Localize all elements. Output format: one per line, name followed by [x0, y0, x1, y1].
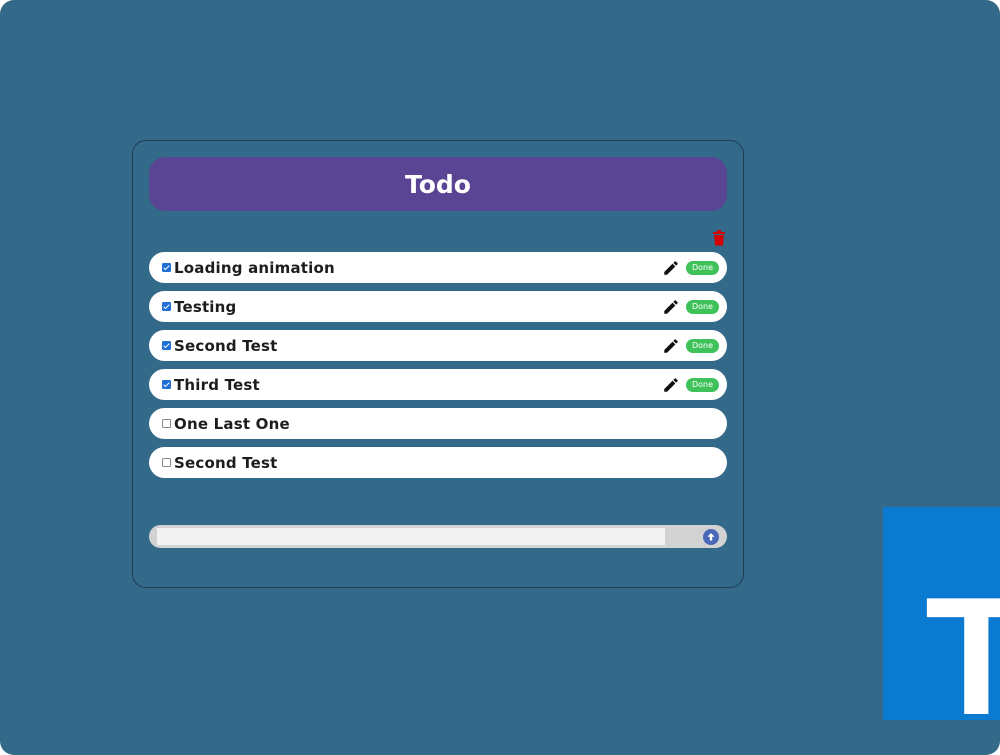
todo-label: Loading animation	[174, 258, 335, 277]
pencil-icon[interactable]	[662, 376, 680, 394]
todo-card: Todo Loading animation Done Testing Done Sec…	[132, 140, 744, 588]
todo-actions: Done	[662, 330, 719, 361]
logo-letter: T	[925, 562, 1000, 750]
todo-label: Testing	[174, 297, 237, 316]
todo-label: Second Test	[174, 336, 278, 355]
done-button[interactable]: Done	[685, 377, 719, 392]
todo-label: Third Test	[174, 375, 260, 394]
todo-list: Loading animation Done Testing Done Second T…	[149, 252, 727, 486]
todo-actions: Done	[662, 291, 719, 322]
todo-actions: Done	[662, 252, 719, 283]
todo-checkbox[interactable]	[162, 263, 171, 272]
app-screen: Todo Loading animation Done Testing Done Sec…	[0, 0, 1000, 755]
list-item[interactable]: Loading animation Done	[149, 252, 727, 283]
page-title: Todo	[149, 157, 727, 211]
todo-actions: Done	[662, 369, 719, 400]
done-button[interactable]: Done	[685, 338, 719, 353]
todo-label: One Last One	[174, 414, 290, 433]
list-item[interactable]: One Last One	[149, 408, 727, 439]
list-item[interactable]: Second Test	[149, 447, 727, 478]
todo-checkbox[interactable]	[162, 380, 171, 389]
done-button[interactable]: Done	[685, 260, 719, 275]
pencil-icon[interactable]	[662, 259, 680, 277]
pencil-icon[interactable]	[662, 337, 680, 355]
upload-arrow-icon[interactable]	[703, 529, 719, 545]
todo-checkbox[interactable]	[162, 458, 171, 467]
list-item[interactable]: Second Test Done	[149, 330, 727, 361]
trash-icon[interactable]	[712, 230, 726, 246]
new-todo-input[interactable]	[157, 528, 665, 545]
todo-label: Second Test	[174, 453, 278, 472]
todo-checkbox[interactable]	[162, 302, 171, 311]
list-item[interactable]: Third Test Done	[149, 369, 727, 400]
todo-checkbox[interactable]	[162, 341, 171, 350]
new-todo-bar	[149, 525, 727, 548]
done-button[interactable]: Done	[685, 299, 719, 314]
list-item[interactable]: Testing Done	[149, 291, 727, 322]
todo-checkbox[interactable]	[162, 419, 171, 428]
pencil-icon[interactable]	[662, 298, 680, 316]
